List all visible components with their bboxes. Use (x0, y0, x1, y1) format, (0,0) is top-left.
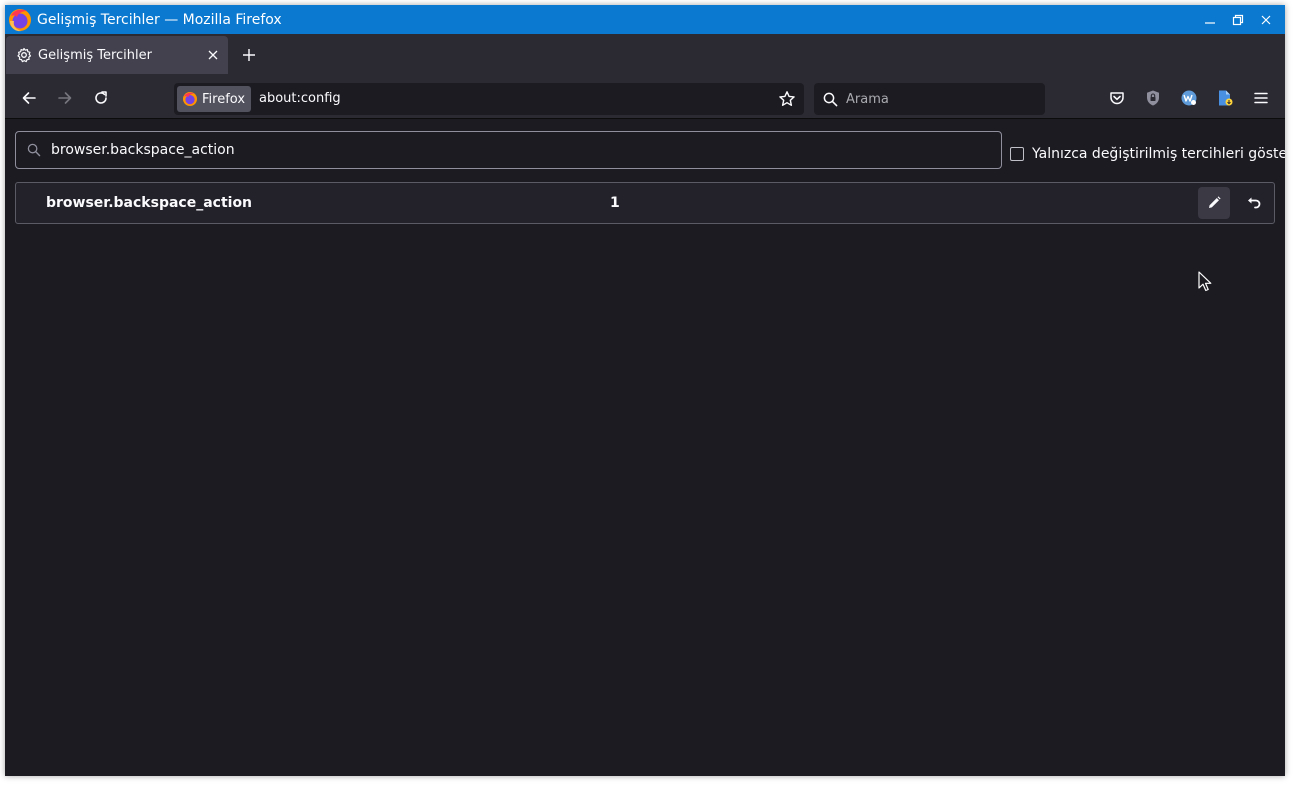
shield-lock-icon (1147, 90, 1159, 106)
undo-icon (1248, 197, 1261, 209)
arrow-left-icon (22, 92, 36, 104)
extension-translate-button[interactable] (1177, 86, 1201, 110)
minimize-icon[interactable] (1199, 9, 1221, 31)
globe-extension-icon (1181, 90, 1197, 106)
show-only-modified-checkbox[interactable] (1010, 147, 1024, 161)
back-button[interactable] (15, 84, 43, 112)
firefox-icon (183, 92, 197, 106)
web-search-input[interactable] (844, 90, 1028, 108)
preference-search-input[interactable] (49, 141, 953, 159)
reload-icon (95, 91, 107, 104)
plus-icon (243, 49, 255, 61)
window-title: Gelişmiş Tercihler — Mozilla Firefox (37, 11, 282, 28)
close-window-icon[interactable] (1255, 9, 1277, 31)
new-tab-button[interactable] (234, 40, 264, 70)
url-bar[interactable]: Firefox about:config (174, 83, 804, 115)
document-extension-icon (1219, 90, 1233, 106)
close-tab-icon[interactable] (204, 46, 222, 64)
edit-preference-button[interactable] (1198, 187, 1230, 219)
identity-box[interactable]: Firefox (177, 86, 252, 112)
hamburger-menu-icon (1254, 92, 1268, 104)
mouse-cursor-icon (1198, 271, 1212, 292)
tab-title: Gelişmiş Tercihler (38, 47, 152, 63)
navigation-toolbar: Firefox about:config (5, 77, 1285, 119)
app-menu-button[interactable] (1249, 86, 1273, 110)
pocket-button[interactable] (1105, 86, 1129, 110)
extension-privacy-button[interactable] (1141, 86, 1165, 110)
preference-name: browser.backspace_action (46, 195, 253, 211)
tab-advanced-preferences[interactable]: Gelişmiş Tercihler (6, 36, 228, 74)
restore-icon[interactable] (1227, 9, 1249, 31)
extension-document-button[interactable] (1213, 86, 1237, 110)
preference-row: browser.backspace_action 1 (15, 182, 1275, 224)
reload-button[interactable] (87, 84, 115, 112)
search-bar[interactable] (814, 83, 1045, 115)
pencil-icon (1209, 196, 1221, 208)
browser-window: Gelişmiş Tercihler — Mozilla Firefox Gel… (5, 5, 1285, 776)
bookmark-star-icon[interactable] (776, 88, 798, 110)
window-controls (1199, 9, 1277, 31)
pocket-icon (1110, 92, 1124, 105)
search-icon (823, 92, 838, 106)
arrow-right-icon (58, 92, 72, 104)
tab-strip: Gelişmiş Tercihler (5, 34, 1285, 77)
forward-button[interactable] (51, 84, 79, 112)
search-icon (27, 143, 41, 157)
show-only-modified-toggle[interactable]: Yalnızca değiştirilmiş tercihleri göster (1010, 146, 1285, 162)
about-config-page: Yalnızca değiştirilmiş tercihleri göster… (5, 119, 1285, 776)
gear-icon (16, 47, 32, 63)
firefox-logo-icon (7, 7, 33, 33)
preference-value[interactable]: 1 (610, 195, 620, 211)
identity-label: Firefox (202, 91, 246, 107)
reset-preference-button[interactable] (1238, 187, 1270, 219)
url-text[interactable]: about:config (259, 91, 341, 106)
preference-search-box[interactable] (15, 131, 1002, 169)
show-only-modified-label: Yalnızca değiştirilmiş tercihleri göster (1032, 146, 1285, 162)
title-bar: Gelişmiş Tercihler — Mozilla Firefox (5, 5, 1285, 34)
